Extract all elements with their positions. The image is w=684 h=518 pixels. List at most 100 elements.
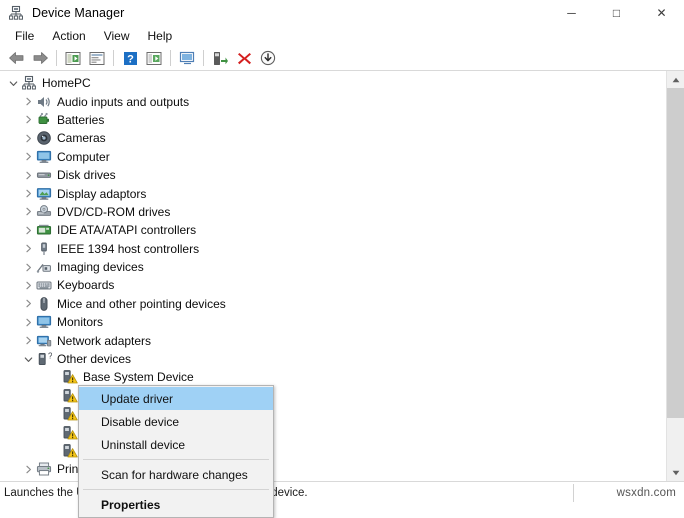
disable-device-icon[interactable] — [256, 47, 280, 69]
tree-row-label: Audio inputs and outputs — [57, 95, 189, 109]
context-menu-separator — [83, 459, 269, 460]
menu-help[interactable]: Help — [139, 27, 182, 45]
computer-network-icon — [21, 75, 37, 91]
disk-drive-icon — [36, 167, 52, 183]
tree-row[interactable]: IEEE 1394 host controllers — [0, 240, 666, 258]
context-menu-item[interactable]: Uninstall device — [79, 433, 273, 456]
chevron-right-icon[interactable] — [21, 263, 36, 272]
tree-row[interactable]: Disk drives — [0, 166, 666, 184]
chevron-right-icon[interactable] — [21, 336, 36, 345]
toolbar-separator-2 — [113, 50, 114, 66]
tree-row-label: IDE ATA/ATAPI controllers — [57, 223, 196, 237]
unknown-device-warning-icon — [62, 425, 78, 441]
toolbar: ? — [0, 46, 684, 71]
show-hidden-devices-icon[interactable] — [61, 47, 85, 69]
unknown-device-warning-icon — [62, 406, 78, 422]
tree-row[interactable]: Monitors — [0, 313, 666, 331]
camera-icon — [36, 130, 52, 146]
back-arrow-icon[interactable] — [4, 47, 28, 69]
update-driver-icon[interactable] — [208, 47, 232, 69]
tree-row-root[interactable]: HomePC — [0, 74, 666, 92]
chevron-right-icon[interactable] — [21, 226, 36, 235]
chevron-right-icon[interactable] — [21, 207, 36, 216]
tree-row-label: Display adaptors — [57, 187, 146, 201]
tree-row-label: Batteries — [57, 113, 104, 127]
imaging-device-icon — [36, 259, 52, 275]
minimize-button[interactable]: ─ — [549, 0, 594, 26]
device-manager-window: Device Manager ─ □ ✕ File Action View He… — [0, 0, 684, 504]
chevron-down-icon[interactable] — [6, 79, 21, 88]
properties-icon[interactable] — [85, 47, 109, 69]
tree-row[interactable]: Batteries — [0, 111, 666, 129]
scroll-down-arrow[interactable] — [667, 464, 684, 481]
tree-row[interactable]: Mice and other pointing devices — [0, 295, 666, 313]
close-button[interactable]: ✕ — [639, 0, 684, 26]
watermark: wsxdn.com — [617, 487, 676, 499]
unknown-device-warning-icon — [62, 443, 78, 459]
chevron-right-icon[interactable] — [21, 134, 36, 143]
context-menu-item[interactable]: Scan for hardware changes — [79, 463, 273, 486]
menu-view[interactable]: View — [95, 27, 139, 45]
network-adapter-icon — [36, 333, 52, 349]
keyboard-icon — [36, 277, 52, 293]
tree-row-label: Monitors — [57, 315, 103, 329]
tree-row[interactable]: Audio inputs and outputs — [0, 92, 666, 110]
tree-row[interactable]: Imaging devices — [0, 258, 666, 276]
chevron-right-icon[interactable] — [21, 244, 36, 253]
tree-row-label: Keyboards — [57, 278, 114, 292]
chevron-right-icon[interactable] — [21, 318, 36, 327]
monitor-icon — [36, 149, 52, 165]
tree-row[interactable]: Keyboards — [0, 276, 666, 294]
context-menu-item-label: Uninstall device — [101, 438, 185, 452]
scroll-up-arrow[interactable] — [667, 71, 684, 88]
context-menu-item-label: Update driver — [101, 392, 173, 406]
context-menu-item[interactable]: Update driver — [79, 387, 273, 410]
device-manager-icon — [8, 5, 24, 21]
tree-row[interactable]: DVD/CD-ROM drives — [0, 203, 666, 221]
chevron-right-icon[interactable] — [21, 465, 36, 474]
tree-row-label: Computer — [57, 150, 110, 164]
tree-row[interactable]: Network adapters — [0, 331, 666, 349]
title-bar: Device Manager ─ □ ✕ — [0, 0, 684, 26]
tree-row[interactable]: IDE ATA/ATAPI controllers — [0, 221, 666, 239]
processor-icon — [36, 480, 52, 481]
context-menu-item[interactable]: Disable device — [79, 410, 273, 433]
context-menu-item-label: Scan for hardware changes — [101, 468, 248, 482]
view-details-icon[interactable] — [142, 47, 166, 69]
forward-arrow-icon[interactable] — [28, 47, 52, 69]
chevron-right-icon[interactable] — [21, 152, 36, 161]
other-devices-icon: ? — [36, 351, 52, 367]
toolbar-separator-3 — [170, 50, 171, 66]
context-menu[interactable]: Update driver Disable device Uninstall dev… — [78, 385, 274, 518]
status-divider — [573, 484, 574, 502]
chevron-right-icon[interactable] — [21, 281, 36, 290]
scan-hardware-changes-icon[interactable] — [175, 47, 199, 69]
tree-row-label: Disk drives — [57, 168, 116, 182]
menu-file[interactable]: File — [6, 27, 43, 45]
tree-row[interactable]: Base System Device — [0, 368, 666, 386]
optical-drive-icon — [36, 204, 52, 220]
chevron-right-icon[interactable] — [21, 299, 36, 308]
chevron-right-icon[interactable] — [21, 97, 36, 106]
vertical-scrollbar[interactable] — [666, 71, 684, 481]
maximize-button[interactable]: □ — [594, 0, 639, 26]
chevron-right-icon[interactable] — [21, 115, 36, 124]
uninstall-device-icon[interactable] — [232, 47, 256, 69]
tree-row-label: DVD/CD-ROM drives — [57, 205, 170, 219]
context-menu-item[interactable]: Properties — [79, 493, 273, 516]
tree-row[interactable]: Cameras — [0, 129, 666, 147]
tree-row[interactable]: ?Other devices — [0, 350, 666, 368]
scrollbar-thumb[interactable] — [667, 88, 684, 418]
menu-action[interactable]: Action — [43, 27, 94, 45]
tree-row-label: HomePC — [42, 76, 91, 90]
chevron-right-icon[interactable] — [21, 171, 36, 180]
chevron-right-icon[interactable] — [21, 189, 36, 198]
speaker-icon — [36, 94, 52, 110]
tree-row[interactable]: Display adaptors — [0, 184, 666, 202]
help-icon[interactable]: ? — [118, 47, 142, 69]
window-title: Device Manager — [32, 6, 124, 20]
unknown-device-warning-icon — [62, 388, 78, 404]
toolbar-separator-1 — [56, 50, 57, 66]
chevron-down-icon[interactable] — [21, 355, 36, 364]
tree-row[interactable]: Computer — [0, 148, 666, 166]
